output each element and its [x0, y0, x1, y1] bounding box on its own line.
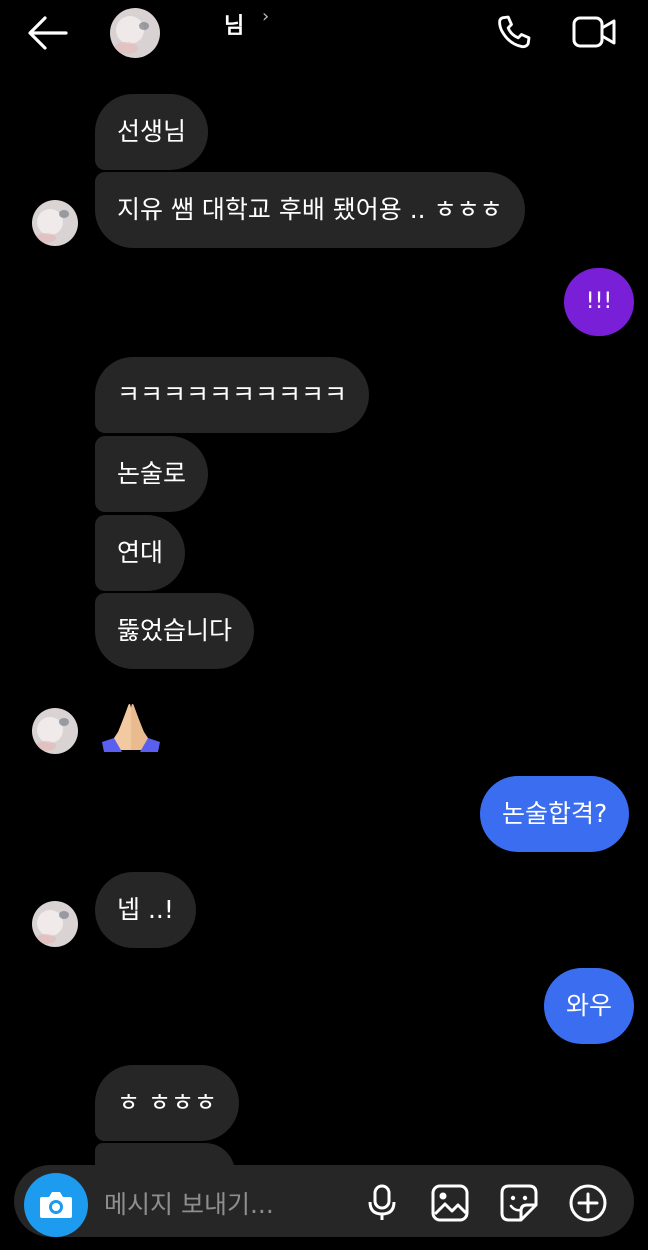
sticker-icon[interactable]: [499, 1183, 539, 1223]
camera-button[interactable]: [24, 1173, 88, 1237]
message-bubble-incoming[interactable]: ㅎ ㅎㅎㅎ: [95, 1065, 239, 1141]
message-bubble-outgoing[interactable]: 논술합격?: [480, 776, 630, 852]
message-bubble-incoming[interactable]: ㅋㅋㅋㅋㅋㅋㅋㅋㅋㅋ: [95, 357, 370, 433]
camera-icon: [40, 1192, 72, 1218]
message-bubble-outgoing[interactable]: 와우: [544, 968, 635, 1044]
contact-name[interactable]: 님: [224, 8, 244, 40]
message-bubble-incoming[interactable]: 넵 ..!: [95, 872, 196, 948]
message-bubble-incoming[interactable]: 논술로: [95, 436, 209, 512]
video-camera-icon[interactable]: [572, 14, 616, 50]
sender-avatar[interactable]: [32, 901, 78, 947]
chat-header: 님 ›: [0, 0, 648, 70]
message-bubble-incoming[interactable]: 지유 쌤 대학교 후배 됐어용 .. ㅎㅎㅎ: [95, 172, 525, 248]
microphone-icon[interactable]: [362, 1183, 402, 1223]
sender-avatar[interactable]: [32, 708, 78, 754]
message-bubble-outgoing[interactable]: !!!: [564, 268, 634, 336]
message-composer: [14, 1165, 634, 1237]
gallery-icon[interactable]: [430, 1183, 470, 1223]
message-bubble-incoming[interactable]: 선생님: [95, 94, 209, 170]
folded-hands-emoji[interactable]: [100, 698, 162, 754]
chevron-right-icon[interactable]: ›: [262, 6, 269, 27]
back-arrow-icon[interactable]: [26, 14, 68, 52]
message-input[interactable]: [102, 1183, 356, 1225]
add-icon[interactable]: [568, 1183, 608, 1223]
message-bubble-incoming[interactable]: 연대: [95, 515, 186, 591]
message-bubble-incoming[interactable]: 뚫었습니다: [95, 593, 255, 669]
sender-avatar[interactable]: [32, 200, 78, 246]
contact-avatar[interactable]: [110, 8, 160, 58]
phone-icon[interactable]: [494, 12, 534, 52]
